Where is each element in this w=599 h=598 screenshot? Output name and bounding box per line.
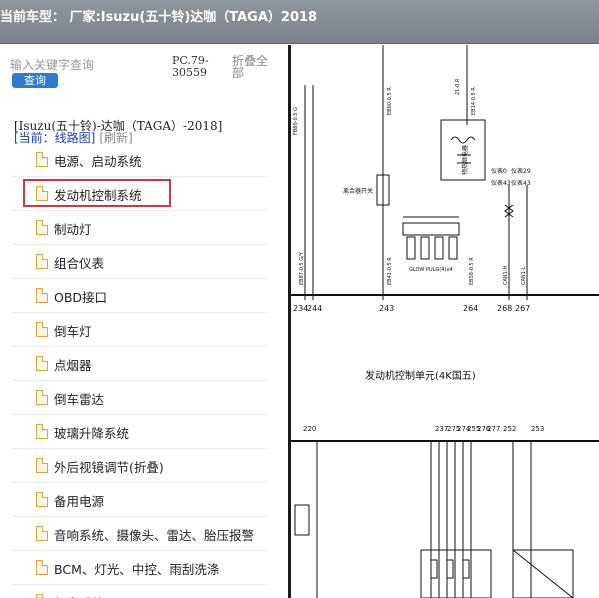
meter-sub2-label: 仪表43 [511, 179, 531, 187]
search-input[interactable] [10, 55, 160, 75]
tree-item-label: BCM、灯光、中控、雨刮洗涤 [54, 562, 220, 577]
meter1-label: 仪表0 [491, 167, 507, 175]
bottom-pin-label: 277 [487, 425, 500, 433]
system-tree: 电源、启动系统 发动机控制系统 制动灯组合仪表 OBD接口倒车灯点烟器倒车雷达玻璃升降… [12, 143, 268, 598]
svg-text:CAN1-L: CAN1-L [521, 266, 527, 285]
tree-item-label: 外后视镜调节(折叠) [54, 460, 164, 475]
tree-item[interactable]: 玻璃升降系统 [12, 415, 268, 449]
search-button[interactable]: 查询 [12, 73, 58, 88]
svg-text:EB14-0.5 R: EB14-0.5 R [471, 87, 477, 115]
tree-item[interactable]: 组合仪表 [12, 245, 268, 279]
tree-item-label: OBD接口 [54, 290, 108, 305]
document-icon [36, 526, 48, 541]
tree-item[interactable]: 倒车雷达 [12, 381, 268, 415]
tree-item[interactable]: 电源、启动系统 [12, 143, 268, 177]
document-icon [36, 254, 48, 269]
glow-plug-label: GLOW PULG(4)x4 [409, 267, 453, 273]
bottom-pin-label: 253 [531, 425, 544, 433]
svg-text:EB60-0.5 R: EB60-0.5 R [387, 87, 393, 115]
top-pin-label: 267 [515, 304, 530, 313]
tree-item-label: 组合仪表 [54, 256, 105, 271]
tree-item-label: 倒车灯 [54, 324, 92, 339]
document-icon [36, 356, 48, 371]
clutch-label: 离合器开关 [343, 187, 373, 195]
meter2-label: 仪表29 [511, 167, 531, 175]
left-panel: 查询 PC.79-30559 折叠全部 [Isuzu(五十铃)-达咖（TAGA）… [0, 45, 288, 598]
current-vehicle-title: 当前车型： 厂家:Isuzu(五十铃)达咖（TAGA）2018 [0, 10, 318, 25]
tree-item[interactable]: 音响系统、摄像头、雷达、胎压报警 [12, 517, 268, 551]
tree-item[interactable]: 制动灯 [12, 211, 268, 245]
tree-item-label: 音响系统、摄像头、雷达、胎压报警 [54, 528, 255, 543]
top-pin-label: 234 [293, 304, 308, 313]
bottom-pin-label: 252 [503, 425, 516, 433]
document-icon [36, 186, 48, 201]
top-pin-label: 268 [497, 304, 512, 313]
tree-item-label: 备用电源 [54, 494, 105, 509]
pc-code: PC.79-30559 [172, 54, 209, 79]
tree-item-label: 发动机控制系统 [54, 188, 142, 203]
tree-item-label: 气囊系统 [54, 593, 104, 598]
document-icon [36, 594, 48, 598]
svg-text:21-0.R: 21-0.R [455, 78, 461, 95]
top-pin-label: 243 [379, 304, 394, 313]
document-icon [36, 424, 48, 439]
meter-sub1-label: 仪表43 [491, 179, 511, 187]
tree-item[interactable]: OBD接口 [12, 279, 268, 313]
tree-item[interactable]: 备用电源 [12, 483, 268, 517]
tree-item-label: 制动灯 [54, 222, 92, 237]
tree-item[interactable]: 发动机控制系统 [12, 177, 268, 211]
ecu-title: 发动机控制单元(4K国五) [365, 369, 476, 382]
tree-item[interactable]: 倒车灯 [12, 313, 268, 347]
tree-item[interactable]: 气囊系统 [12, 585, 268, 598]
svg-text:FB80-0.5 G: FB80-0.5 G [293, 107, 299, 135]
tree-item-label: 玻璃升降系统 [54, 426, 130, 441]
document-icon [36, 220, 48, 235]
title-bar: 当前车型： 厂家:Isuzu(五十铃)达咖（TAGA）2018 [0, 0, 599, 44]
document-icon [36, 458, 48, 473]
tree-item[interactable]: 点烟器 [12, 347, 268, 381]
document-icon [36, 492, 48, 507]
top-pin-label: 244 [307, 304, 322, 313]
fold-all-link[interactable]: 折叠全部 [232, 55, 274, 79]
top-pin-label: 264 [463, 304, 478, 313]
wiring-diagram: FB80-0.5 G EB60-0.5 R 21-0.R EB14-0.5 R … [291, 45, 599, 598]
svg-text:EB58-0.5 R: EB58-0.5 R [469, 257, 475, 285]
tree-item[interactable]: 外后视镜调节(折叠) [12, 449, 268, 483]
document-icon [36, 152, 48, 167]
relay-label: 预热继电器 [461, 145, 469, 175]
document-icon [36, 288, 48, 303]
document-icon [36, 390, 48, 405]
svg-text:EB87-0.5 G/Y: EB87-0.5 G/Y [299, 251, 305, 285]
document-icon [36, 560, 48, 575]
tree-item[interactable]: BCM、灯光、中控、雨刮洗涤 [12, 551, 268, 585]
bottom-pin-label: 220 [303, 425, 316, 433]
document-icon [36, 322, 48, 337]
svg-text:EB41-0.5 R: EB41-0.5 R [387, 257, 393, 285]
tree-item-label: 点烟器 [54, 358, 92, 373]
tree-item-label: 倒车雷达 [54, 392, 105, 407]
svg-text:CAN1-H: CAN1-H [503, 265, 509, 285]
tree-item-label: 电源、启动系统 [54, 154, 142, 169]
